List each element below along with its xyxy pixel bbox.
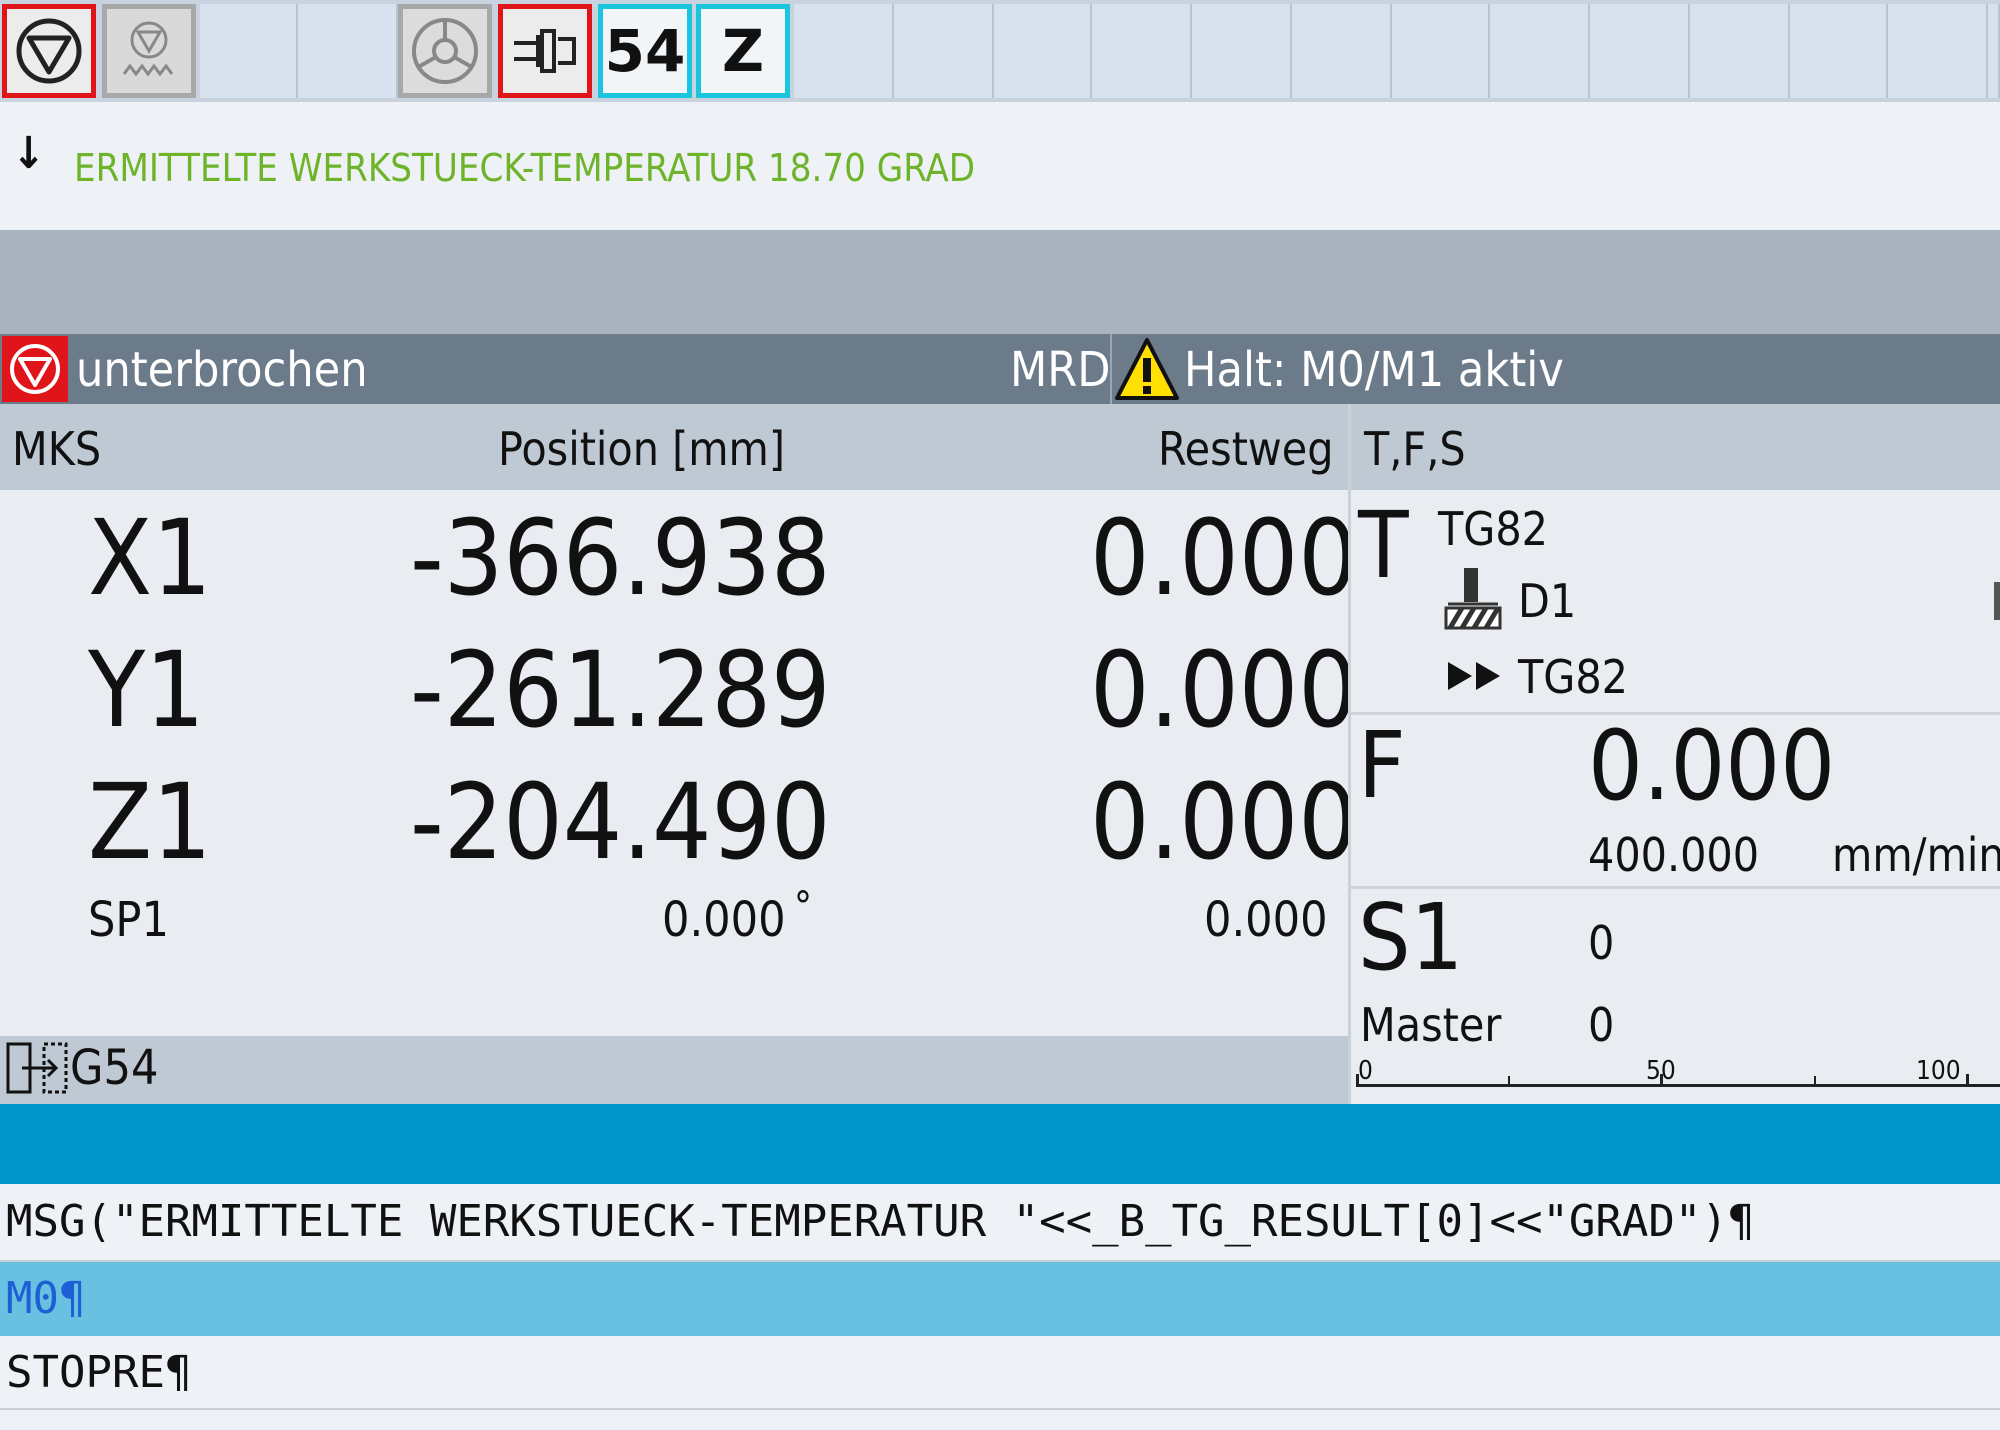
status-slot	[794, 4, 894, 98]
status-slot	[1092, 4, 1192, 98]
work-offset-icon	[4, 1040, 70, 1100]
axis-name: Z1	[88, 761, 212, 883]
tool-name[interactable]: TG82	[1438, 502, 1548, 556]
arrow-down-icon: ↓	[12, 128, 46, 179]
degree-unit: °	[794, 884, 812, 930]
divider	[1110, 334, 1112, 404]
stop-icon[interactable]	[2, 4, 96, 98]
feed-label: F	[1358, 712, 1406, 819]
scale-tick	[1814, 1076, 1816, 1086]
program-header-band	[0, 1104, 2000, 1184]
separator-band	[0, 230, 2000, 334]
axis-name: X1	[88, 497, 212, 619]
next-tool-name: TG82	[1518, 650, 1628, 704]
status-slot	[200, 4, 298, 98]
program-line-current[interactable]: M0¶	[0, 1262, 2000, 1336]
status-slot	[1790, 4, 1888, 98]
status-slot	[1490, 4, 1590, 98]
position-column-header: Position [mm]	[498, 422, 786, 476]
channel-state: unterbrochen	[76, 342, 368, 398]
status-slot	[1192, 4, 1292, 98]
scale-label: 100	[1916, 1056, 1961, 1086]
axis-z-indicator[interactable]: Z	[696, 4, 790, 98]
work-offset-bar	[0, 1036, 1348, 1104]
scale-tick	[1966, 1074, 1969, 1086]
operating-mode: MRD	[1010, 342, 1111, 398]
milling-tool-icon	[1442, 566, 1504, 634]
status-slot	[1690, 4, 1790, 98]
scroll-marker	[1994, 582, 2000, 620]
operator-message: ERMITTELTE WERKSTUECK-TEMPERATUR 18.70 G…	[74, 146, 976, 190]
work-offset-value: G54	[70, 1040, 159, 1096]
feed-unit: mm/min	[1832, 828, 2000, 882]
axis-position: -366.938	[410, 497, 831, 619]
program-line[interactable]: MSG("ERMITTELTE WERKSTUECK-TEMPERATUR "<…	[0, 1184, 2000, 1260]
spindle-distance-to-go: 0.000	[1204, 892, 1328, 948]
axis-position: -204.490	[410, 761, 831, 883]
next-tool-icon	[1446, 658, 1506, 698]
axis-distance-to-go: 0.000	[1090, 497, 1358, 619]
reset-stop-icon	[2, 336, 68, 402]
status-slot	[298, 4, 398, 98]
status-slot	[894, 4, 994, 98]
load-scale-line	[1356, 1084, 2000, 1087]
status-slot	[1590, 4, 1690, 98]
stop-feed-icon[interactable]	[102, 4, 196, 98]
status-slot	[1988, 4, 2000, 98]
coordinate-system-label[interactable]: MKS	[12, 422, 101, 476]
tfs-title: T,F,S	[1364, 422, 1466, 476]
tool-spindle-icon[interactable]	[498, 4, 592, 98]
spindle-position: 0.000	[662, 892, 786, 948]
axis-distance-to-go: 0.000	[1090, 761, 1358, 883]
status-slot	[994, 4, 1092, 98]
alarm-text: Halt: M0/M1 aktiv	[1184, 342, 1564, 398]
axis-position: -261.289	[410, 629, 831, 751]
tool-label: T	[1358, 492, 1409, 599]
program-line-text: M0¶	[6, 1273, 86, 1324]
work-offset-54-indicator[interactable]: 54	[598, 4, 692, 98]
axis-distance-to-go: 0.000	[1090, 629, 1358, 751]
scale-tick	[1508, 1076, 1510, 1086]
distance-to-go-header: Restweg	[1158, 422, 1334, 476]
spindle-speed: 0	[1588, 916, 1615, 970]
feed-actual: 0.000	[1588, 710, 1836, 822]
cutting-edge: D1	[1518, 574, 1577, 628]
axis-name: Y1	[88, 629, 205, 751]
program-line-partial[interactable]	[0, 1410, 2000, 1430]
spindle-label: S1	[1358, 884, 1464, 991]
status-slot	[1392, 4, 1490, 98]
status-slot	[1888, 4, 1988, 98]
spindle-master-value: 0	[1588, 998, 1615, 1052]
warning-icon	[1114, 336, 1180, 406]
status-slot	[1292, 4, 1392, 98]
scale-label: 50	[1646, 1056, 1676, 1086]
feed-setpoint: 400.000	[1588, 828, 1760, 882]
spindle-axis-name: SP1	[88, 892, 169, 948]
scale-label: 0	[1358, 1056, 1373, 1086]
program-line[interactable]: STOPRE¶	[0, 1336, 2000, 1410]
spindle-wheel-icon[interactable]	[398, 4, 492, 98]
spindle-master-label: Master	[1360, 998, 1502, 1052]
